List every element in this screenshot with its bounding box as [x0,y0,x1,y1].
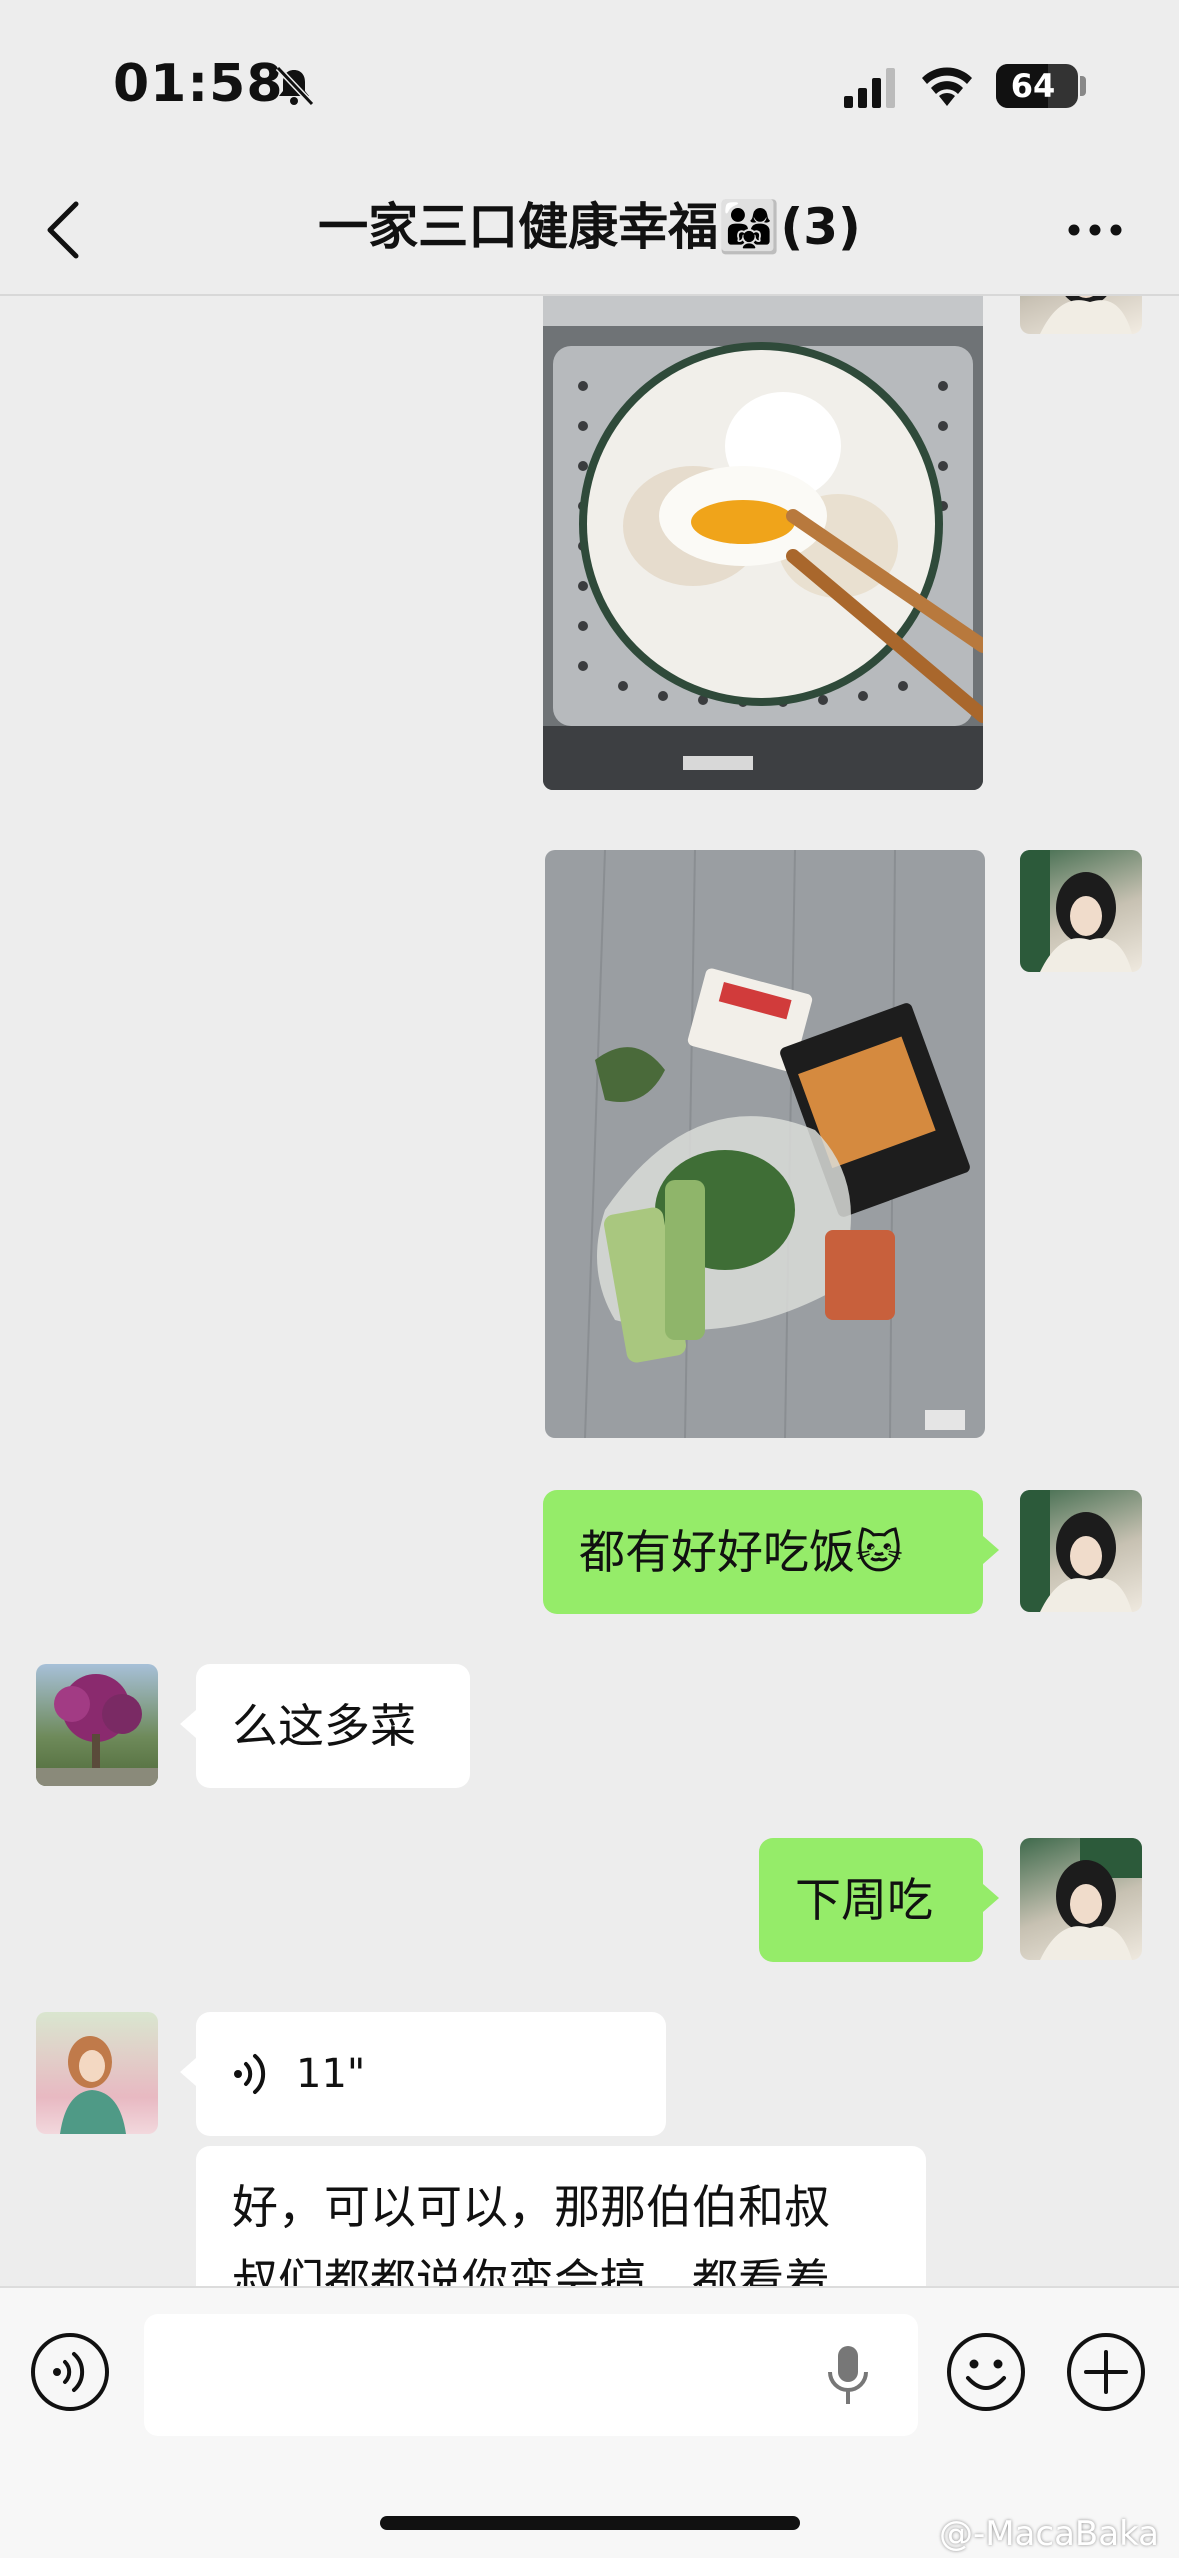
message-bubble-sent[interactable]: 下周吃 [759,1838,983,1962]
message-bubble-sent[interactable]: 都有好好吃饭🐱 [543,1490,983,1614]
voice-mode-icon[interactable] [30,2332,110,2412]
chat-header: 一家三口健康幸福👨‍👩‍👧(3) [0,150,1179,296]
battery-icon: 64 [996,64,1078,108]
message-text-line: 好，可以可以，那那伯伯和叔 [232,2180,830,2234]
microphone-icon[interactable] [822,2344,874,2408]
message-text: 都有好好吃饭🐱 [579,1525,903,1579]
message-text: 么这多菜 [232,1699,416,1753]
status-time: 01:58 [113,54,284,114]
plus-icon[interactable] [1066,2332,1146,2412]
message-list[interactable]: 都有好好吃饭🐱 么这多菜 下周吃 11" 好，可以可以，那那伯伯和叔 叔们都都说… [0,296,1179,2286]
bubble-tail [983,1884,999,1912]
voice-message-bubble[interactable]: 11" [196,2012,666,2136]
wifi-icon [922,67,972,106]
battery-tip [1080,76,1086,96]
battery-level: 64 [1010,67,1056,105]
bubble-tail [983,1536,999,1564]
message-text: 下周吃 [795,1873,933,1927]
message-bubble-received[interactable]: 好，可以可以，那那伯伯和叔 叔们都都说你蛮会搞，都看着 [196,2146,926,2286]
my-avatar[interactable] [1020,850,1142,972]
chat-title: 一家三口健康幸福👨‍👩‍👧(3) [318,198,861,256]
voice-wave-icon [234,2054,266,2094]
watermark: @-MacaBaka [938,2514,1159,2554]
bubble-tail [180,2058,196,2086]
my-avatar[interactable] [1020,1838,1142,1960]
my-avatar[interactable] [1020,296,1142,334]
bubble-tail [180,1710,196,1738]
food-photo-buns[interactable] [543,296,983,790]
message-bubble-received[interactable]: 么这多菜 [196,1664,470,1788]
my-avatar[interactable] [1020,1490,1142,1612]
chevron-left-icon[interactable] [44,200,84,260]
contact-avatar-dad[interactable] [36,1664,158,1786]
more-icon[interactable] [1068,224,1122,236]
message-text-line: 叔们都都说你蛮会搞，都看着 [232,2254,830,2286]
status-bar: 01:58 64 [0,0,1179,150]
bell-slash-icon [275,65,315,107]
message-input[interactable] [144,2314,918,2436]
groceries-photo[interactable] [545,850,985,1438]
voice-duration: 11" [296,2051,366,2097]
home-indicator [380,2516,800,2530]
signal-icon [844,68,895,108]
contact-avatar-mom[interactable] [36,2012,158,2134]
emoji-icon[interactable] [946,2332,1026,2412]
